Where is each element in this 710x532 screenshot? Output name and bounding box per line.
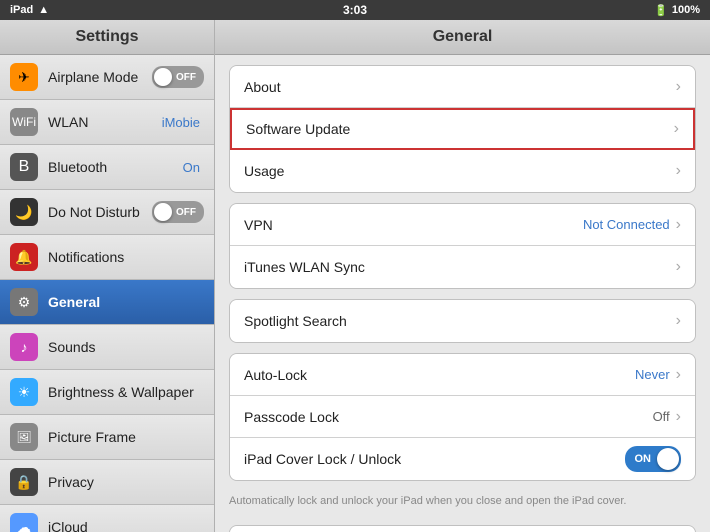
sidebar-item-wlan[interactable]: WiFi WLAN iMobie [0,100,214,145]
sidebar-item-privacy[interactable]: 🔒 Privacy [0,460,214,505]
auto-lock-label: Auto-Lock [244,367,635,383]
usage-label: Usage [244,163,676,179]
wlan-label: WLAN [48,114,162,130]
sidebar-item-picture-frame[interactable]: 🖼 Picture Frame [0,415,214,460]
sounds-label: Sounds [48,339,204,355]
auto-lock-chevron: › [676,366,681,384]
content-area: General About › Software Update › Usage … [215,20,710,532]
airplane-label: Airplane Mode [48,69,152,85]
brightness-icon: ☀ [10,378,38,406]
itunes-wlan-label: iTunes WLAN Sync [244,259,676,275]
airplane-toggle[interactable]: OFF [152,66,204,88]
toggle-text-dnd: OFF [176,207,196,218]
sidebar-header: Settings [0,20,214,55]
ipad-label: iPad [10,4,33,16]
bluetooth-value: On [183,160,200,175]
icloud-label: iCloud [48,519,204,532]
battery-icon: 🔋 [654,4,668,17]
sidebar-item-brightness[interactable]: ☀ Brightness & Wallpaper [0,370,214,415]
picture-frame-label: Picture Frame [48,429,204,445]
privacy-icon: 🔒 [10,468,38,496]
sounds-icon: ♪ [10,333,38,361]
status-right: 🔋 100% [654,4,700,17]
software-update-label: Software Update [246,121,674,137]
main-container: Settings ✈ Airplane Mode OFF WiFi WLAN i… [0,20,710,532]
bluetooth-label: Bluetooth [48,159,183,175]
section-group-3: Spotlight Search › [229,299,696,343]
icloud-icon: ☁ [10,513,38,532]
wlan-value: iMobie [162,115,200,130]
passcode-lock-row[interactable]: Passcode Lock Off › [230,396,695,438]
passcode-chevron: › [676,408,681,426]
sidebar-item-airplane-mode[interactable]: ✈ Airplane Mode OFF [0,55,214,100]
wifi-icon: ▲ [38,4,49,16]
cover-note: Automatically lock and unlock your iPad … [215,491,710,515]
wlan-icon: WiFi [10,108,38,136]
status-left: iPad ▲ [10,4,49,16]
general-label: General [48,294,204,310]
cover-lock-toggle[interactable]: ON [625,446,681,472]
vpn-chevron: › [676,216,681,234]
usage-chevron: › [676,162,681,180]
ipad-cover-row[interactable]: iPad Cover Lock / Unlock ON [230,438,695,480]
sidebar-item-bluetooth[interactable]: B Bluetooth On [0,145,214,190]
section-group-restrictions: Restrictions Off › [229,525,696,532]
status-time: 3:03 [343,3,367,17]
airplane-icon: ✈ [10,63,38,91]
toggle-on-knob [657,448,679,470]
sidebar: Settings ✈ Airplane Mode OFF WiFi WLAN i… [0,20,215,532]
about-chevron: › [676,78,681,96]
passcode-value: Off [653,409,670,424]
section-group-1: About › Software Update › Usage › [229,65,696,193]
dnd-icon: 🌙 [10,198,38,226]
spotlight-row[interactable]: Spotlight Search › [230,300,695,342]
vpn-value: Not Connected [583,217,670,232]
notifications-label: Notifications [48,249,204,265]
sidebar-item-sounds[interactable]: ♪ Sounds [0,325,214,370]
general-icon: ⚙ [10,288,38,316]
sidebar-item-icloud[interactable]: ☁ iCloud [0,505,214,532]
vpn-label: VPN [244,217,583,233]
about-label: About [244,79,676,95]
dnd-label: Do Not Disturb [48,204,152,220]
software-update-row[interactable]: Software Update › [230,108,695,150]
toggle-knob [154,68,172,86]
brightness-label: Brightness & Wallpaper [48,384,204,400]
picture-frame-icon: 🖼 [10,423,38,451]
usage-row[interactable]: Usage › [230,150,695,192]
section-group-2: VPN Not Connected › iTunes WLAN Sync › [229,203,696,289]
vpn-row[interactable]: VPN Not Connected › [230,204,695,246]
ipad-cover-label: iPad Cover Lock / Unlock [244,451,625,467]
sidebar-item-notifications[interactable]: 🔔 Notifications [0,235,214,280]
section-group-4: Auto-Lock Never › Passcode Lock Off › iP… [229,353,696,481]
content-header: General [215,20,710,55]
spotlight-chevron: › [676,312,681,330]
restrictions-row[interactable]: Restrictions Off › [230,526,695,532]
sidebar-item-general[interactable]: ⚙ General [0,280,214,325]
toggle-text: OFF [176,72,196,83]
itunes-wlan-row[interactable]: iTunes WLAN Sync › [230,246,695,288]
battery-label: 100% [672,4,700,16]
about-row[interactable]: About › [230,66,695,108]
sidebar-item-do-not-disturb[interactable]: 🌙 Do Not Disturb OFF [0,190,214,235]
dnd-toggle[interactable]: OFF [152,201,204,223]
toggle-knob-dnd [154,203,172,221]
notifications-icon: 🔔 [10,243,38,271]
itunes-chevron: › [676,258,681,276]
spotlight-label: Spotlight Search [244,313,676,329]
auto-lock-row[interactable]: Auto-Lock Never › [230,354,695,396]
auto-lock-value: Never [635,367,670,382]
software-update-chevron: › [674,120,679,138]
bluetooth-icon: B [10,153,38,181]
status-bar: iPad ▲ 3:03 🔋 100% [0,0,710,20]
passcode-label: Passcode Lock [244,409,653,425]
privacy-label: Privacy [48,474,204,490]
toggle-on-text: ON [635,453,652,465]
